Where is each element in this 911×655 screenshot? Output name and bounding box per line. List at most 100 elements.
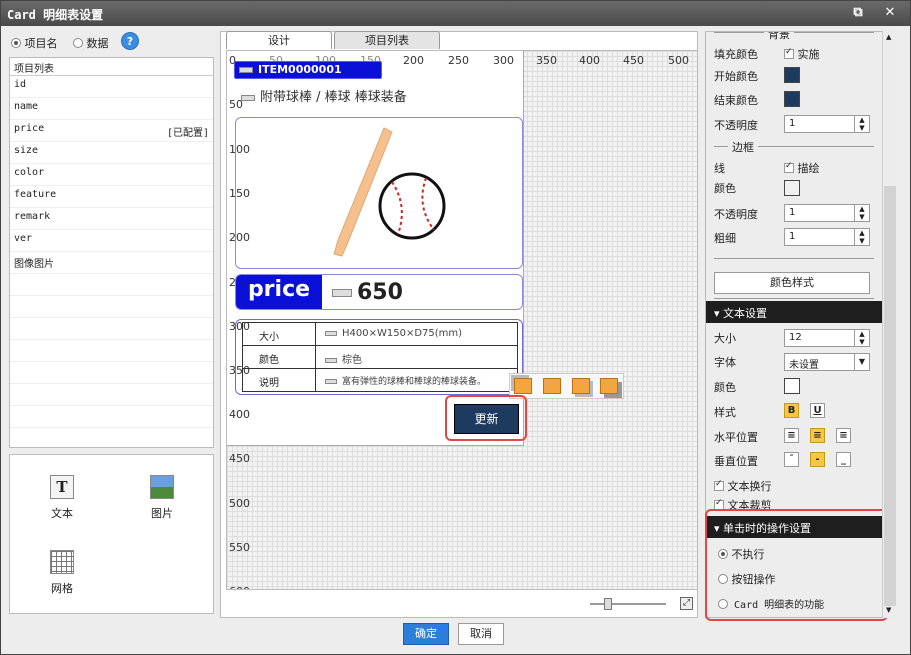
zoom-slider[interactable]: [590, 598, 670, 610]
color-style-button[interactable]: 颜色样式: [714, 272, 870, 294]
line-label: 线: [714, 162, 725, 175]
title-bar: Card 明细表设置 ⧉ ✕: [1, 1, 910, 26]
help-icon[interactable]: ?: [121, 32, 139, 50]
table-key: 说明: [259, 378, 279, 389]
tab-item-list[interactable]: 项目列表: [334, 31, 440, 49]
draw-checkbox[interactable]: 描绘: [784, 160, 820, 176]
align-center-icon[interactable]: ≡: [810, 428, 825, 443]
restore-icon[interactable]: ⧉: [849, 5, 867, 20]
list-item[interactable]: id: [10, 76, 213, 98]
radio-data[interactable]: 数据: [73, 35, 109, 51]
item-name: id: [14, 79, 27, 90]
spinner-arrows-icon[interactable]: ▲ ▼: [854, 205, 869, 221]
ruler-y-label: 400: [229, 408, 250, 421]
update-button[interactable]: 更新: [454, 404, 519, 434]
checkbox-icon: [784, 161, 794, 173]
bold-button[interactable]: B: [784, 403, 799, 418]
scroll-thumb[interactable]: [884, 186, 896, 606]
ok-button[interactable]: 确定: [403, 623, 449, 645]
end-color-swatch[interactable]: [784, 91, 800, 107]
scroll-down-icon[interactable]: ▼: [886, 606, 891, 614]
text-settings-header[interactable]: ▾ 文本设置: [706, 301, 882, 323]
wrap-label: 文本换行: [727, 480, 772, 493]
size-value: 12: [789, 332, 802, 343]
start-color-label: 开始颜色: [714, 70, 758, 83]
tool-grid[interactable]: 网格: [32, 550, 92, 596]
wrap-checkbox[interactable]: 文本换行: [714, 478, 772, 494]
item-name: ver: [14, 233, 33, 244]
list-item-empty: [10, 384, 213, 406]
bring-forward-icon[interactable]: [543, 378, 561, 394]
price-row[interactable]: price 650: [235, 274, 523, 310]
list-item-empty: [10, 362, 213, 384]
table-row: 说明 富有弹性的球棒和棒球的棒球装备。: [243, 369, 517, 392]
text-tool-icon: T: [50, 475, 74, 499]
close-icon[interactable]: ✕: [881, 5, 899, 20]
slider-thumb[interactable]: [604, 598, 612, 610]
send-back-icon[interactable]: [600, 378, 618, 394]
radio-item-name[interactable]: 项目名: [11, 35, 58, 51]
border-opacity-spinner[interactable]: 1 ▲ ▼: [784, 204, 870, 222]
spec-table[interactable]: 大小 H400×W150×D75(mm) 颜色 棕色 说明 富有弹性的球棒和棒球…: [235, 319, 523, 395]
list-item[interactable]: price [已配置]: [10, 120, 213, 142]
design-canvas[interactable]: 0 50 100 150 200 250 300 350 400 450 500…: [226, 50, 698, 590]
list-item[interactable]: 图像图片: [10, 252, 213, 274]
radio-label: 数据: [86, 37, 109, 50]
list-header: 项目列表: [10, 58, 213, 76]
grid-icon: [50, 550, 74, 574]
send-backward-icon[interactable]: [572, 378, 590, 394]
scroll-up-icon[interactable]: ▲: [886, 33, 891, 41]
table-row: 大小 H400×W150×D75(mm): [243, 323, 517, 346]
tab-design[interactable]: 设计: [226, 31, 332, 49]
align-left-icon[interactable]: ≡: [784, 428, 799, 443]
slider-track: [590, 603, 666, 605]
font-select[interactable]: 未设置 ▼: [784, 353, 870, 371]
table-key: 大小: [259, 332, 279, 343]
bring-front-icon[interactable]: [514, 378, 532, 394]
underline-button[interactable]: U: [810, 403, 825, 418]
list-item[interactable]: remark: [10, 208, 213, 230]
tool-image[interactable]: 图片: [132, 475, 192, 521]
fill-color-label: 填充颜色: [714, 48, 758, 61]
list-item[interactable]: size: [10, 142, 213, 164]
fit-screen-icon[interactable]: ⤢: [680, 597, 693, 610]
valign-top-icon[interactable]: ¯: [784, 452, 799, 467]
list-item[interactable]: name: [10, 98, 213, 120]
spinner-arrows-icon[interactable]: ▲ ▼: [854, 116, 869, 132]
list-item[interactable]: feature: [10, 186, 213, 208]
card-id-field[interactable]: ITEM0000001: [234, 61, 382, 79]
ruler-y-label: 600: [229, 585, 250, 589]
thickness-spinner[interactable]: 1 ▲ ▼: [784, 228, 870, 246]
card-name-text: 附带球棒 / 棒球 棒球装备: [260, 90, 407, 105]
table-row: 颜色 棕色: [243, 346, 517, 369]
spinner-arrows-icon[interactable]: ▲ ▼: [854, 229, 869, 245]
size-spinner[interactable]: 12 ▲ ▼: [784, 329, 870, 347]
text-color-label: 颜色: [714, 381, 736, 394]
ruler-x-label: 450: [623, 54, 644, 67]
price-value: 650: [357, 280, 403, 305]
list-item[interactable]: color: [10, 164, 213, 186]
price-value-field: 650: [332, 280, 403, 305]
border-color-swatch[interactable]: [784, 180, 800, 196]
valign-middle-icon[interactable]: -: [810, 452, 825, 467]
text-color-swatch[interactable]: [784, 378, 800, 394]
align-right-icon[interactable]: ≡: [836, 428, 851, 443]
radio-icon: [11, 38, 21, 48]
end-color-label: 结束颜色: [714, 94, 758, 107]
ruler-x-label: 350: [536, 54, 557, 67]
solid-checkbox[interactable]: 实施: [784, 46, 820, 62]
start-color-swatch[interactable]: [784, 67, 800, 83]
cancel-button[interactable]: 取消: [458, 623, 504, 645]
list-item[interactable]: ver: [10, 230, 213, 252]
valign-bottom-icon[interactable]: _: [836, 452, 851, 467]
solid-label: 实施: [797, 48, 820, 61]
tool-text[interactable]: T 文本: [32, 475, 92, 521]
card-image-box[interactable]: [235, 117, 523, 269]
window-title: Card 明细表设置: [7, 8, 104, 22]
opacity-spinner[interactable]: 1 ▲ ▼: [784, 115, 870, 133]
right-scrollbar[interactable]: ▲ ▼: [882, 31, 896, 618]
chevron-down-icon[interactable]: ▼: [854, 354, 869, 370]
ruler-x-label: 200: [403, 54, 424, 67]
spinner-arrows-icon[interactable]: ▲ ▼: [854, 330, 869, 346]
card-name-field[interactable]: 附带球棒 / 棒球 棒球装备: [241, 86, 407, 105]
